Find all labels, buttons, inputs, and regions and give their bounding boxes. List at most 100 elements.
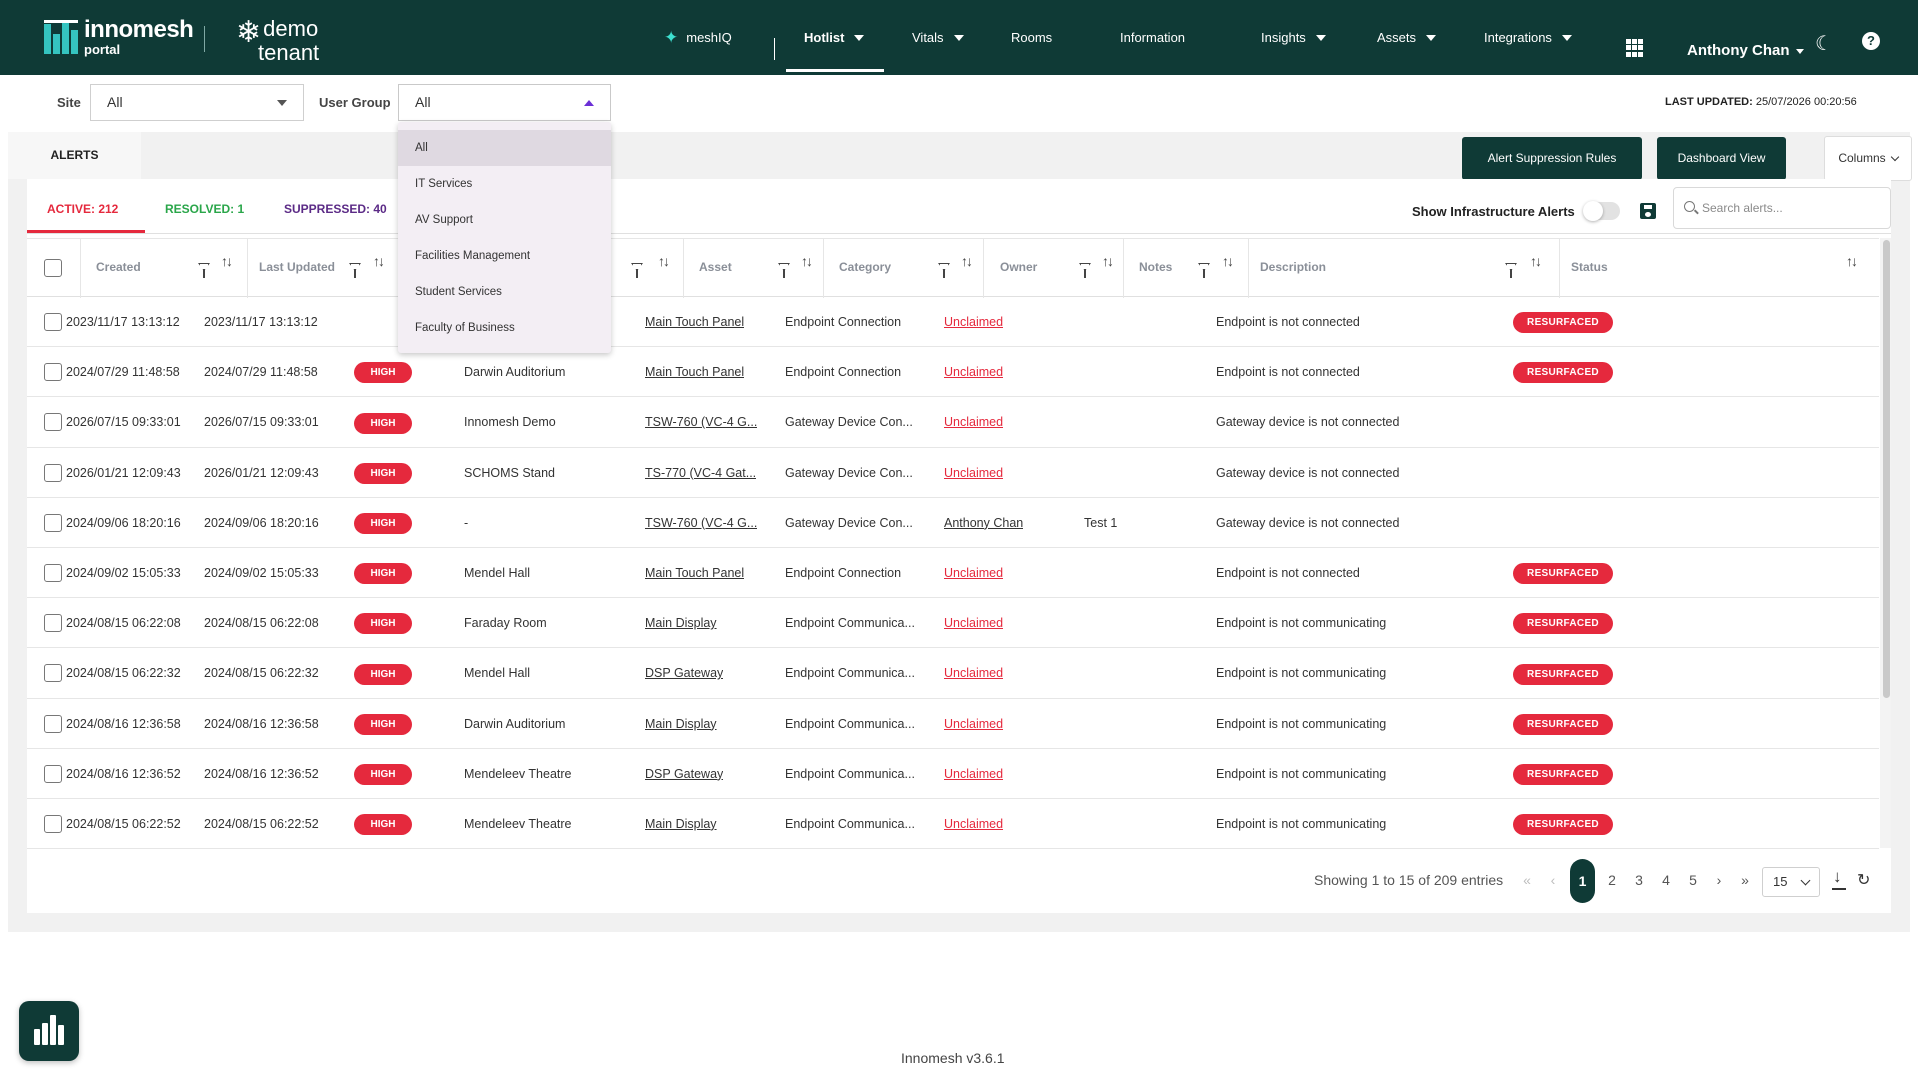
filter-icon[interactable] (1079, 263, 1091, 278)
user-group-option[interactable]: Faculty of Business (398, 310, 611, 346)
next-page-button[interactable]: › (1711, 864, 1727, 896)
th-notes[interactable]: Notes ↑↓ (1124, 239, 1249, 298)
nav-hotlist[interactable]: Hotlist (786, 0, 885, 75)
cell-owner[interactable]: Unclaimed (944, 347, 1003, 397)
user-group-option[interactable]: All (398, 130, 611, 166)
filter-icon[interactable] (938, 263, 950, 278)
th-last-updated[interactable]: Last Updated ↑↓ (248, 239, 399, 298)
filter-icon[interactable] (349, 263, 361, 278)
refresh-icon[interactable]: ↻ (1857, 870, 1870, 890)
filter-icon[interactable] (778, 263, 790, 278)
nav-information[interactable]: Information (1120, 0, 1185, 75)
row-checkbox[interactable] (44, 664, 62, 683)
cell-asset[interactable]: DSP Gateway (645, 648, 723, 698)
cell-owner[interactable]: Unclaimed (944, 699, 1003, 749)
th-category[interactable]: Category ↑↓ (824, 239, 984, 298)
cell-owner[interactable]: Anthony Chan (944, 498, 1023, 548)
tab-suppressed[interactable]: SUPPRESSED: 40 (284, 202, 387, 216)
nav-meshiq[interactable]: ✦ meshIQ (664, 0, 732, 75)
cell-asset[interactable]: Main Touch Panel (645, 548, 744, 598)
alerts-tab[interactable]: ALERTS (8, 132, 141, 179)
cell-owner[interactable]: Unclaimed (944, 448, 1003, 498)
cell-asset[interactable]: TS-770 (VC-4 Gat... (645, 448, 756, 498)
analytics-chart-button[interactable] (19, 1001, 79, 1061)
save-icon[interactable] (1640, 203, 1656, 219)
row-checkbox[interactable] (44, 463, 62, 482)
page-5-button[interactable]: 5 (1685, 864, 1701, 896)
rows-per-page-select[interactable]: 15 (1762, 867, 1820, 897)
sort-icon[interactable]: ↑↓ (373, 253, 385, 269)
help-icon[interactable]: ? (1862, 32, 1880, 50)
page-4-button[interactable]: 4 (1658, 864, 1674, 896)
sort-icon[interactable]: ↑↓ (961, 253, 973, 269)
nav-integrations[interactable]: Integrations (1484, 0, 1572, 75)
nav-assets[interactable]: Assets (1377, 0, 1437, 75)
alert-suppression-rules-button[interactable]: Alert Suppression Rules (1462, 137, 1642, 180)
cell-asset[interactable]: TSW-760 (VC-4 G... (645, 397, 757, 447)
cell-asset[interactable]: Main Touch Panel (645, 347, 744, 397)
dashboard-view-button[interactable]: Dashboard View (1657, 137, 1786, 180)
last-page-button[interactable]: » (1737, 864, 1753, 896)
table-scrollbar-thumb[interactable] (1883, 240, 1890, 698)
dark-mode-moon-icon[interactable]: ☾ (1815, 31, 1833, 56)
site-select[interactable]: All (90, 84, 304, 121)
filter-icon[interactable] (1505, 263, 1517, 278)
filter-icon[interactable] (631, 263, 643, 278)
table-row[interactable]: 2026/01/21 12:09:43 2026/01/21 12:09:43 HI… (27, 448, 1879, 498)
user-group-option[interactable]: AV Support (398, 202, 611, 238)
download-icon[interactable] (1831, 867, 1847, 891)
tab-resolved[interactable]: RESOLVED: 1 (165, 202, 244, 216)
filter-icon[interactable] (198, 263, 210, 278)
page-3-button[interactable]: 3 (1631, 864, 1647, 896)
cell-asset[interactable]: Main Display (645, 598, 717, 648)
innomesh-logo[interactable]: innomesh portal (44, 18, 194, 56)
user-menu[interactable]: Anthony Chan (1687, 42, 1804, 59)
nav-vitals[interactable]: Vitals (912, 0, 964, 75)
cell-asset[interactable]: Main Touch Panel (645, 297, 744, 347)
cell-owner[interactable]: Unclaimed (944, 799, 1003, 849)
search-input[interactable] (1702, 188, 1882, 228)
prev-page-button[interactable]: ‹ (1545, 864, 1561, 896)
apps-grid-icon[interactable] (1626, 39, 1644, 57)
search-alerts[interactable] (1673, 187, 1891, 229)
page-1-button[interactable]: 1 (1570, 859, 1595, 903)
cell-asset[interactable]: TSW-760 (VC-4 G... (645, 498, 757, 548)
user-group-option[interactable]: Facilities Management (398, 238, 611, 274)
row-checkbox[interactable] (44, 814, 62, 833)
sort-icon[interactable]: ↑↓ (1102, 253, 1114, 269)
cell-owner[interactable]: Unclaimed (944, 548, 1003, 598)
user-group-option[interactable]: Student Services (398, 274, 611, 310)
row-checkbox[interactable] (44, 714, 62, 733)
th-owner[interactable]: Owner ↑↓ (984, 239, 1124, 298)
cell-owner[interactable]: Unclaimed (944, 749, 1003, 799)
table-row[interactable]: 2024/08/16 12:36:52 2024/08/16 12:36:52 HI… (27, 749, 1879, 799)
first-page-button[interactable]: « (1519, 864, 1535, 896)
sort-icon[interactable]: ↑↓ (221, 253, 233, 269)
sort-icon[interactable]: ↑↓ (1846, 253, 1858, 269)
cell-asset[interactable]: Main Display (645, 799, 717, 849)
sort-icon[interactable]: ↑↓ (658, 253, 670, 269)
row-checkbox[interactable] (44, 563, 62, 582)
cell-asset[interactable]: DSP Gateway (645, 749, 723, 799)
th-status[interactable]: Status ↑↓ (1560, 239, 1879, 298)
columns-button[interactable]: Columns (1824, 136, 1912, 181)
cell-asset[interactable]: Main Display (645, 699, 717, 749)
row-checkbox[interactable] (44, 614, 62, 633)
table-row[interactable]: 2024/08/16 12:36:58 2024/08/16 12:36:58 HI… (27, 699, 1879, 749)
filter-icon[interactable] (1198, 263, 1210, 278)
row-checkbox[interactable] (44, 513, 62, 532)
row-checkbox[interactable] (44, 363, 62, 382)
sort-icon[interactable]: ↑↓ (1530, 253, 1542, 269)
th-description[interactable]: Description ↑↓ (1249, 239, 1560, 298)
th-created[interactable]: Created ↑↓ (81, 239, 248, 298)
row-checkbox[interactable] (44, 313, 62, 331)
table-row[interactable]: 2026/07/15 09:33:01 2026/07/15 09:33:01 HI… (27, 397, 1879, 448)
table-row[interactable]: 2024/09/02 15:05:33 2024/09/02 15:05:33 HI… (27, 548, 1879, 599)
row-checkbox[interactable] (44, 764, 62, 783)
table-row[interactable]: 2024/08/15 06:22:52 2024/08/15 06:22:52 HI… (27, 799, 1879, 850)
nav-insights[interactable]: Insights (1261, 0, 1326, 75)
tab-active[interactable]: ACTIVE: 212 (47, 202, 118, 216)
infrastructure-alerts-toggle[interactable] (1583, 201, 1620, 221)
nav-rooms[interactable]: Rooms (1011, 0, 1052, 75)
cell-owner[interactable]: Unclaimed (944, 397, 1003, 447)
